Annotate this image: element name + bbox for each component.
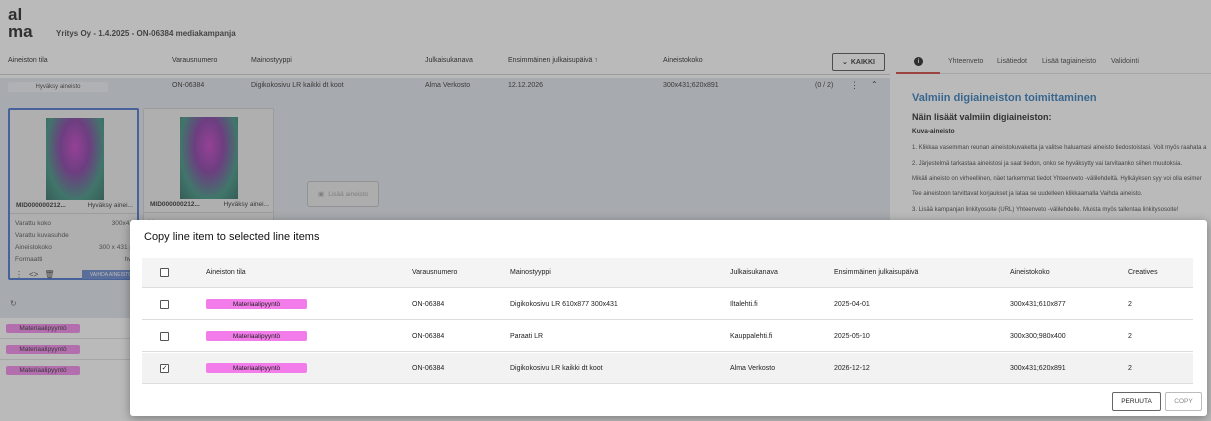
cell-creatives: 2 xyxy=(1128,301,1132,308)
dialog-title: Copy line item to selected line items xyxy=(144,231,320,243)
th-aineiston-tila: Aineiston tila xyxy=(206,269,246,276)
table-row[interactable]: Materiaalipyyntö ON-06384 Paraati LR Kau… xyxy=(142,321,1193,352)
cell-mainostyyppi: Paraati LR xyxy=(510,333,544,340)
cell-aineistokoko: 300x300;980x400 xyxy=(1010,333,1066,340)
cell-aineistokoko: 300x431;620x891 xyxy=(1010,365,1066,372)
select-all-checkbox[interactable] xyxy=(160,268,169,277)
cancel-button[interactable]: PERUUTA xyxy=(1112,392,1161,411)
status-badge: Materiaalipyyntö xyxy=(206,299,307,309)
copy-line-item-dialog: Copy line item to selected line items Ai… xyxy=(130,220,1207,416)
cell-varausnumero: ON-06384 xyxy=(412,365,445,372)
table-row[interactable]: ✓ Materiaalipyyntö ON-06384 Digikokosivu… xyxy=(142,353,1193,384)
th-varausnumero: Varausnumero xyxy=(412,269,458,276)
cell-date: 2025-05-10 xyxy=(834,333,870,340)
cell-julkaisukanava: Iltalehti.fi xyxy=(730,301,758,308)
cell-date: 2026-12-12 xyxy=(834,365,870,372)
cell-varausnumero: ON-06384 xyxy=(412,333,445,340)
cell-varausnumero: ON-06384 xyxy=(412,301,445,308)
copy-button[interactable]: COPY xyxy=(1165,392,1202,411)
table-header: Aineiston tila Varausnumero Mainostyyppi… xyxy=(142,258,1193,288)
cell-creatives: 2 xyxy=(1128,365,1132,372)
th-julkaisukanava: Julkaisukanava xyxy=(730,269,778,276)
row-checkbox[interactable] xyxy=(160,300,169,309)
th-aineistokoko: Aineistokoko xyxy=(1010,269,1050,276)
cell-aineistokoko: 300x431;610x877 xyxy=(1010,301,1066,308)
cell-mainostyyppi: Digikokosivu LR kaikki dt koot xyxy=(510,365,603,372)
status-badge: Materiaalipyyntö xyxy=(206,363,307,373)
cell-creatives: 2 xyxy=(1128,333,1132,340)
row-checkbox[interactable]: ✓ xyxy=(160,364,169,373)
table-row[interactable]: Materiaalipyyntö ON-06384 Digikokosivu L… xyxy=(142,289,1193,320)
cell-julkaisukanava: Alma Verkosto xyxy=(730,365,776,372)
th-mainostyyppi: Mainostyyppi xyxy=(510,269,551,276)
cell-julkaisukanava: Kauppalehti.fi xyxy=(730,333,773,340)
row-checkbox[interactable] xyxy=(160,332,169,341)
status-badge: Materiaalipyyntö xyxy=(206,331,307,341)
cell-mainostyyppi: Digikokosivu LR 610x877 300x431 xyxy=(510,301,618,308)
th-creatives: Creatives xyxy=(1128,269,1158,276)
cell-date: 2025-04-01 xyxy=(834,301,870,308)
th-ensimmainen: Ensimmäinen julkaisupäivä xyxy=(834,269,919,276)
